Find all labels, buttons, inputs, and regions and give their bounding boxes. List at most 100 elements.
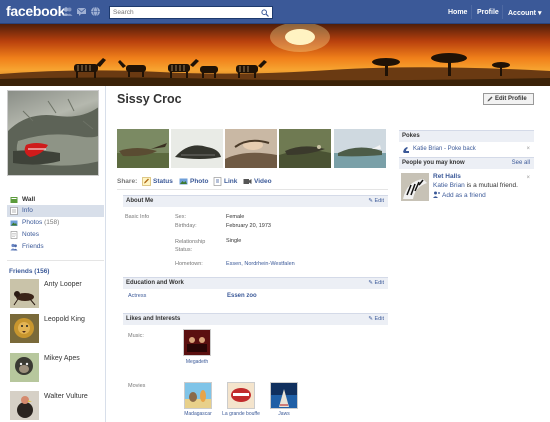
friend-requests-icon[interactable] <box>62 6 73 17</box>
pencil-icon <box>487 96 493 102</box>
nav-friends[interactable]: Friends <box>7 241 104 253</box>
movie-caption[interactable]: Madagascar <box>178 411 218 417</box>
pymk-title: People you may know <box>402 160 465 166</box>
notes-icon <box>10 231 18 239</box>
friend-item[interactable]: Mikey Apes <box>10 353 104 383</box>
nav-friends-label: Friends <box>22 243 44 250</box>
music-caption[interactable]: Megadeth <box>177 359 217 365</box>
photo-thumbnail[interactable] <box>117 129 169 168</box>
movie-thumbnail[interactable] <box>270 382 298 409</box>
pymk-header: People you may know See all <box>399 157 534 169</box>
birthday-value: February 20, 1973 <box>226 223 271 229</box>
suggestion-name[interactable]: Ret Halls <box>433 173 461 180</box>
edit-profile-label: Edit Profile <box>495 96 527 102</box>
movie-caption[interactable]: La grande bouffe <box>221 411 261 417</box>
photo-thumbnail[interactable] <box>225 129 277 168</box>
nav-notes[interactable]: Notes <box>7 229 104 241</box>
friends-title: Friends <box>9 268 33 275</box>
workplace-value[interactable]: Essen zoo <box>227 293 257 299</box>
top-bar: facebook Home Profile Account ▾ <box>0 0 550 24</box>
share-status-label: Status <box>153 178 173 185</box>
music-label: Music: <box>128 333 144 339</box>
account-menu[interactable]: Account ▾ <box>508 9 541 17</box>
nav-wall-label: Wall <box>22 196 36 203</box>
relationship-label: Relationship Status: <box>175 239 206 253</box>
education-title: Education and Work <box>126 280 184 286</box>
messages-icon[interactable] <box>76 6 87 17</box>
notifications-icon[interactable] <box>90 6 101 17</box>
friend-item[interactable]: Anty Looper <box>10 279 104 309</box>
share-bar: Share: Status Photo Link Video <box>117 176 388 190</box>
divider <box>7 260 104 261</box>
friend-name: Walter Vulture <box>44 393 88 400</box>
movie-thumbnail[interactable] <box>227 382 255 409</box>
share-photo-label: Photo <box>190 178 209 185</box>
photo-icon <box>179 178 188 185</box>
photo-thumbnail[interactable] <box>279 129 331 168</box>
wall-icon <box>10 197 18 203</box>
sex-label: Sex: <box>175 214 187 220</box>
poke-icon <box>403 147 409 153</box>
cover-photo <box>0 24 550 86</box>
suggestion-avatar[interactable] <box>401 173 429 201</box>
status-icon <box>142 177 151 186</box>
friend-item[interactable]: Leopold King <box>10 314 104 344</box>
nav-info-label: Info <box>22 207 33 214</box>
about-me-header: About Me ✎ Edit <box>123 195 388 207</box>
search-box[interactable] <box>109 6 273 19</box>
nav-photos[interactable]: Photos (158) <box>7 217 104 229</box>
friends-heading[interactable]: Friends (156) <box>9 268 49 275</box>
nav-notes-label: Notes <box>22 231 39 238</box>
suggestion-card: Ret Halls Katie Brian is a mutual friend… <box>401 173 532 203</box>
poke-back-link[interactable]: Katie Brian - Poke back <box>413 146 476 152</box>
nav-photos-label: Photos <box>22 219 43 226</box>
edit-profile-button[interactable]: Edit Profile <box>483 93 534 105</box>
photo-thumbnail[interactable] <box>334 129 386 168</box>
search-icon[interactable] <box>261 9 269 17</box>
info-icon <box>10 207 18 215</box>
friend-name: Anty Looper <box>44 281 82 288</box>
add-friend-icon <box>433 191 440 198</box>
close-icon[interactable]: × <box>526 146 530 152</box>
education-label[interactable]: Actress <box>128 293 146 299</box>
facebook-logo[interactable]: facebook <box>6 3 65 19</box>
friend-avatar <box>10 314 39 343</box>
nav-divider <box>502 5 503 19</box>
birthday-label: Birthday: <box>175 223 197 229</box>
friends-count: (156) <box>34 268 50 275</box>
search-input[interactable] <box>110 7 258 18</box>
movie-caption[interactable]: Jaws <box>264 411 304 417</box>
about-edit-link[interactable]: ✎ Edit <box>368 198 384 204</box>
sex-value: Female <box>226 214 245 220</box>
hometown-value[interactable]: Essen, Nordrhein-Westfalen <box>226 261 295 267</box>
add-friend-link[interactable]: Add as a friend <box>433 191 486 199</box>
photos-count: (158) <box>44 219 60 226</box>
profile-picture[interactable] <box>7 90 99 176</box>
video-icon <box>243 179 252 184</box>
likes-header: Likes and Interests ✎ Edit <box>123 313 388 325</box>
close-icon[interactable]: × <box>526 175 530 181</box>
home-link[interactable]: Home <box>448 9 467 16</box>
nav-info[interactable]: Info <box>7 205 104 217</box>
music-thumbnail[interactable] <box>183 329 211 356</box>
mutual-friend-name[interactable]: Katie Brian <box>433 182 465 189</box>
basic-info-label: Basic Info <box>125 214 150 220</box>
likes-edit-link[interactable]: ✎ Edit <box>368 316 384 322</box>
profile-link[interactable]: Profile <box>477 9 499 16</box>
link-icon <box>213 177 222 186</box>
profile-name: Sissy Croc <box>117 92 182 106</box>
see-all-link[interactable]: See all <box>512 160 530 166</box>
movie-thumbnail[interactable] <box>184 382 212 409</box>
friend-item[interactable]: Walter Vulture <box>10 391 104 421</box>
about-me-title: About Me <box>126 198 154 204</box>
photo-thumbnail[interactable] <box>171 129 223 168</box>
share-video-label: Video <box>254 178 272 185</box>
friend-avatar <box>10 391 39 420</box>
friend-avatar <box>10 353 39 382</box>
education-header: Education and Work ✎ Edit <box>123 277 388 289</box>
pokes-title: Pokes <box>402 133 420 139</box>
pokes-header: Pokes <box>399 130 534 142</box>
nav-divider <box>471 5 472 19</box>
education-edit-link[interactable]: ✎ Edit <box>368 280 384 286</box>
movies-label: Movies <box>128 383 146 389</box>
